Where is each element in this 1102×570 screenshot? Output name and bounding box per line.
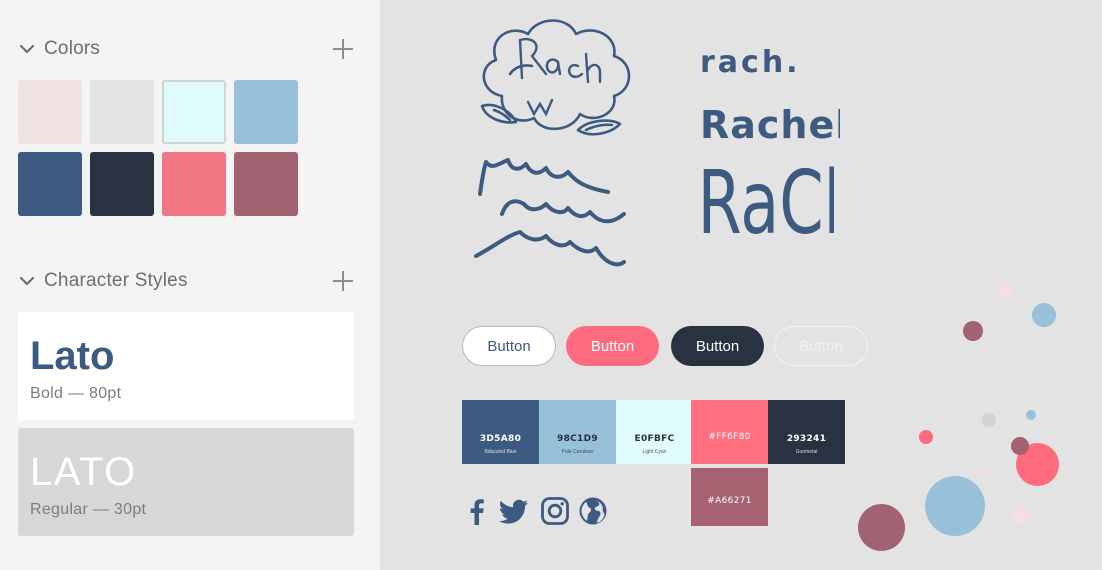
swatch-bdazzled-blue[interactable] <box>18 152 82 216</box>
svg-text:RaCh: RaCh <box>697 153 834 248</box>
character-style-lato-regular[interactable]: LATO Regular — 30pt <box>18 428 354 536</box>
character-styles-section-header[interactable]: Character Styles <box>18 266 356 296</box>
swatch-pink[interactable] <box>162 152 226 216</box>
style-meta-label: Bold — 80pt <box>30 385 122 402</box>
character-styles-section-title: Character Styles <box>44 270 188 291</box>
palette-hex-label: E0FBFC <box>634 434 675 444</box>
assets-sidebar: Colors Character Styles Lato Bold — 80pt… <box>0 0 380 570</box>
palette-card-pale-cerulean[interactable]: 98C1D9 Pale Cerulean <box>539 400 616 464</box>
swatch-mauve[interactable] <box>234 152 298 216</box>
decorative-dot <box>925 476 985 536</box>
palette-card-light-cyan[interactable]: E0FBFC Light Cyan <box>616 400 693 464</box>
palette-hex-label: 293241 <box>786 434 827 444</box>
squiggle-marks <box>474 158 626 267</box>
colors-section-header[interactable]: Colors <box>18 34 356 64</box>
palette-color-name: Bdazzled Blue <box>484 449 517 455</box>
swatch-pale-cerulean[interactable] <box>234 80 298 144</box>
decorative-dot <box>982 413 996 427</box>
style-preview-text: LATO <box>30 450 137 494</box>
swatch-gunmetal[interactable] <box>90 152 154 216</box>
decorative-dot <box>1011 437 1029 455</box>
palette-card-pink[interactable]: #FF6F80 <box>691 400 768 464</box>
palette-card-mauve[interactable]: #A66271 <box>691 468 768 526</box>
style-meta-label: Regular — 30pt <box>30 501 147 518</box>
palette-color-name: Gunmetal <box>795 449 818 455</box>
rach-cloud-logo <box>480 19 631 136</box>
add-character-style-button[interactable] <box>330 268 356 294</box>
decorative-dot <box>963 321 983 341</box>
palette-color-name: Light Cyan <box>642 449 667 455</box>
sample-button-ghost[interactable]: Button <box>774 326 868 366</box>
decorative-dot <box>998 284 1012 298</box>
decorative-dot <box>1026 410 1036 420</box>
colors-section-title: Colors <box>44 38 101 59</box>
design-canvas: rach. Rachel RaCh Button Button Button B… <box>380 0 1102 570</box>
color-swatch-grid <box>18 80 298 216</box>
palette-hex-label: 3D5A80 <box>479 434 522 444</box>
svg-text:Rachel: Rachel <box>700 103 840 147</box>
decorative-dot <box>919 430 933 444</box>
chevron-down-icon[interactable] <box>18 272 36 290</box>
decorative-dot <box>1012 506 1030 524</box>
swatch-misty-rose[interactable] <box>18 80 82 144</box>
add-color-button[interactable] <box>330 36 356 62</box>
decorative-dot <box>1032 303 1056 327</box>
swatch-light-gray[interactable] <box>90 80 154 144</box>
style-preview-text: Lato <box>30 334 115 378</box>
chevron-down-icon[interactable] <box>18 40 36 58</box>
decorative-dot <box>858 504 905 551</box>
palette-hex-label: 98C1D9 <box>557 434 598 444</box>
palette-card-bdazzled-blue[interactable]: 3D5A80 Bdazzled Blue <box>462 400 539 464</box>
wordmark-rach-uppercase: RaCh <box>697 153 834 248</box>
palette-color-name: Pale Cerulean <box>561 449 594 455</box>
svg-text:rach.: rach. <box>700 45 801 80</box>
facebook-icon[interactable] <box>462 496 492 526</box>
character-style-lato-bold[interactable]: Lato Bold — 80pt <box>18 312 354 420</box>
instagram-icon[interactable] <box>540 496 570 526</box>
wordmark-rachel: Rachel <box>700 103 840 147</box>
palette-card-gunmetal[interactable]: 293241 Gunmetal <box>768 400 845 464</box>
sample-button-dark[interactable]: Button <box>671 326 764 366</box>
wordmark-rach-lowercase: rach. <box>700 45 801 80</box>
decorative-dot <box>978 468 986 476</box>
globe-icon[interactable] <box>578 496 608 526</box>
twitter-icon[interactable] <box>498 496 530 526</box>
swatch-light-cyan[interactable] <box>162 80 226 144</box>
sample-button-outline[interactable]: Button <box>462 326 556 366</box>
sample-button-pink[interactable]: Button <box>566 326 659 366</box>
palette-hex-label: #FF6F80 <box>708 432 751 442</box>
palette-hex-label: #A66271 <box>707 496 752 506</box>
